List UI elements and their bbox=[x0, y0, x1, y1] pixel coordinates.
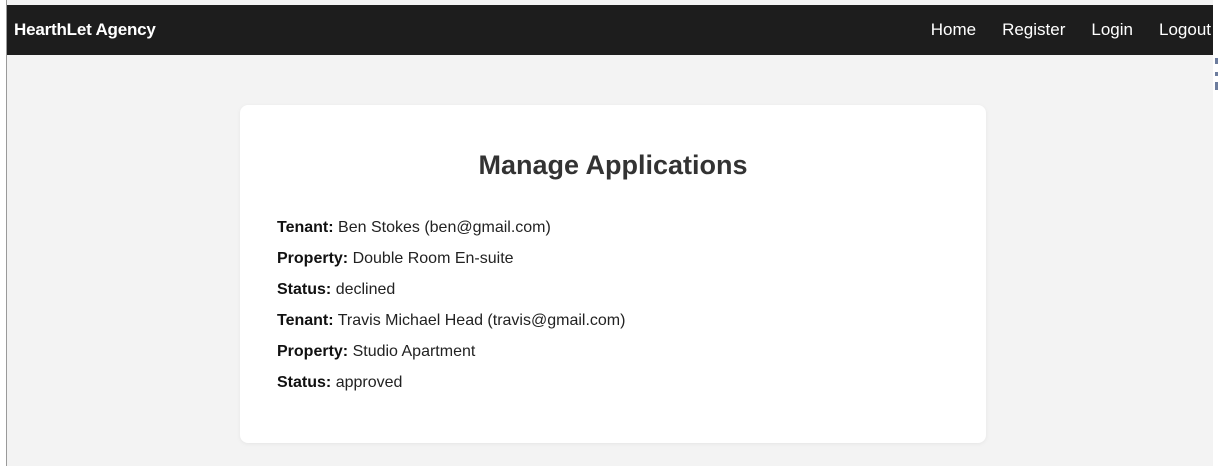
nav-links: Home Register Login Logout bbox=[905, 20, 1211, 40]
status-label: Status: bbox=[277, 281, 332, 298]
property-label: Property: bbox=[277, 343, 349, 360]
scrollbar-mark bbox=[1215, 58, 1218, 64]
application-item: Tenant: Travis Michael Head (travis@gmai… bbox=[277, 310, 625, 393]
property-row: Property: Double Room En-suite bbox=[277, 248, 625, 269]
nav-login-link[interactable]: Login bbox=[1091, 20, 1133, 40]
nav-logout-link[interactable]: Logout bbox=[1159, 20, 1211, 40]
applications-list: Tenant: Ben Stokes (ben@gmail.com) Prope… bbox=[277, 217, 625, 403]
status-value: declined bbox=[335, 281, 396, 298]
nav-home-link[interactable]: Home bbox=[931, 20, 976, 40]
tenant-label: Tenant: bbox=[277, 312, 334, 329]
property-label: Property: bbox=[277, 250, 349, 267]
tenant-label: Tenant: bbox=[277, 219, 334, 236]
window-left-border bbox=[6, 0, 7, 466]
scrollbar-mark bbox=[1215, 72, 1218, 76]
status-value: approved bbox=[335, 374, 403, 391]
property-value: Double Room En-suite bbox=[352, 250, 514, 267]
property-row: Property: Studio Apartment bbox=[277, 341, 625, 362]
browser-viewport: HearthLet Agency Home Register Login Log… bbox=[0, 0, 1219, 466]
tenant-value: Travis Michael Head (travis@gmail.com) bbox=[337, 312, 626, 329]
tenant-row: Tenant: Ben Stokes (ben@gmail.com) bbox=[277, 217, 625, 238]
status-row: Status: declined bbox=[277, 279, 625, 300]
property-value: Studio Apartment bbox=[352, 343, 476, 360]
status-label: Status: bbox=[277, 374, 332, 391]
applications-card: Manage Applications Tenant: Ben Stokes (… bbox=[240, 105, 986, 443]
window-right-edge bbox=[1213, 0, 1219, 466]
status-row: Status: approved bbox=[277, 372, 625, 393]
top-navbar: HearthLet Agency Home Register Login Log… bbox=[7, 5, 1213, 55]
tenant-row: Tenant: Travis Michael Head (travis@gmai… bbox=[277, 310, 625, 331]
scrollbar-mark bbox=[1215, 82, 1218, 90]
tenant-value: Ben Stokes (ben@gmail.com) bbox=[338, 219, 551, 236]
brand-logo-text[interactable]: HearthLet Agency bbox=[14, 20, 156, 40]
nav-register-link[interactable]: Register bbox=[1002, 20, 1065, 40]
page-title: Manage Applications bbox=[478, 150, 748, 180]
application-item: Tenant: Ben Stokes (ben@gmail.com) Prope… bbox=[277, 217, 625, 300]
